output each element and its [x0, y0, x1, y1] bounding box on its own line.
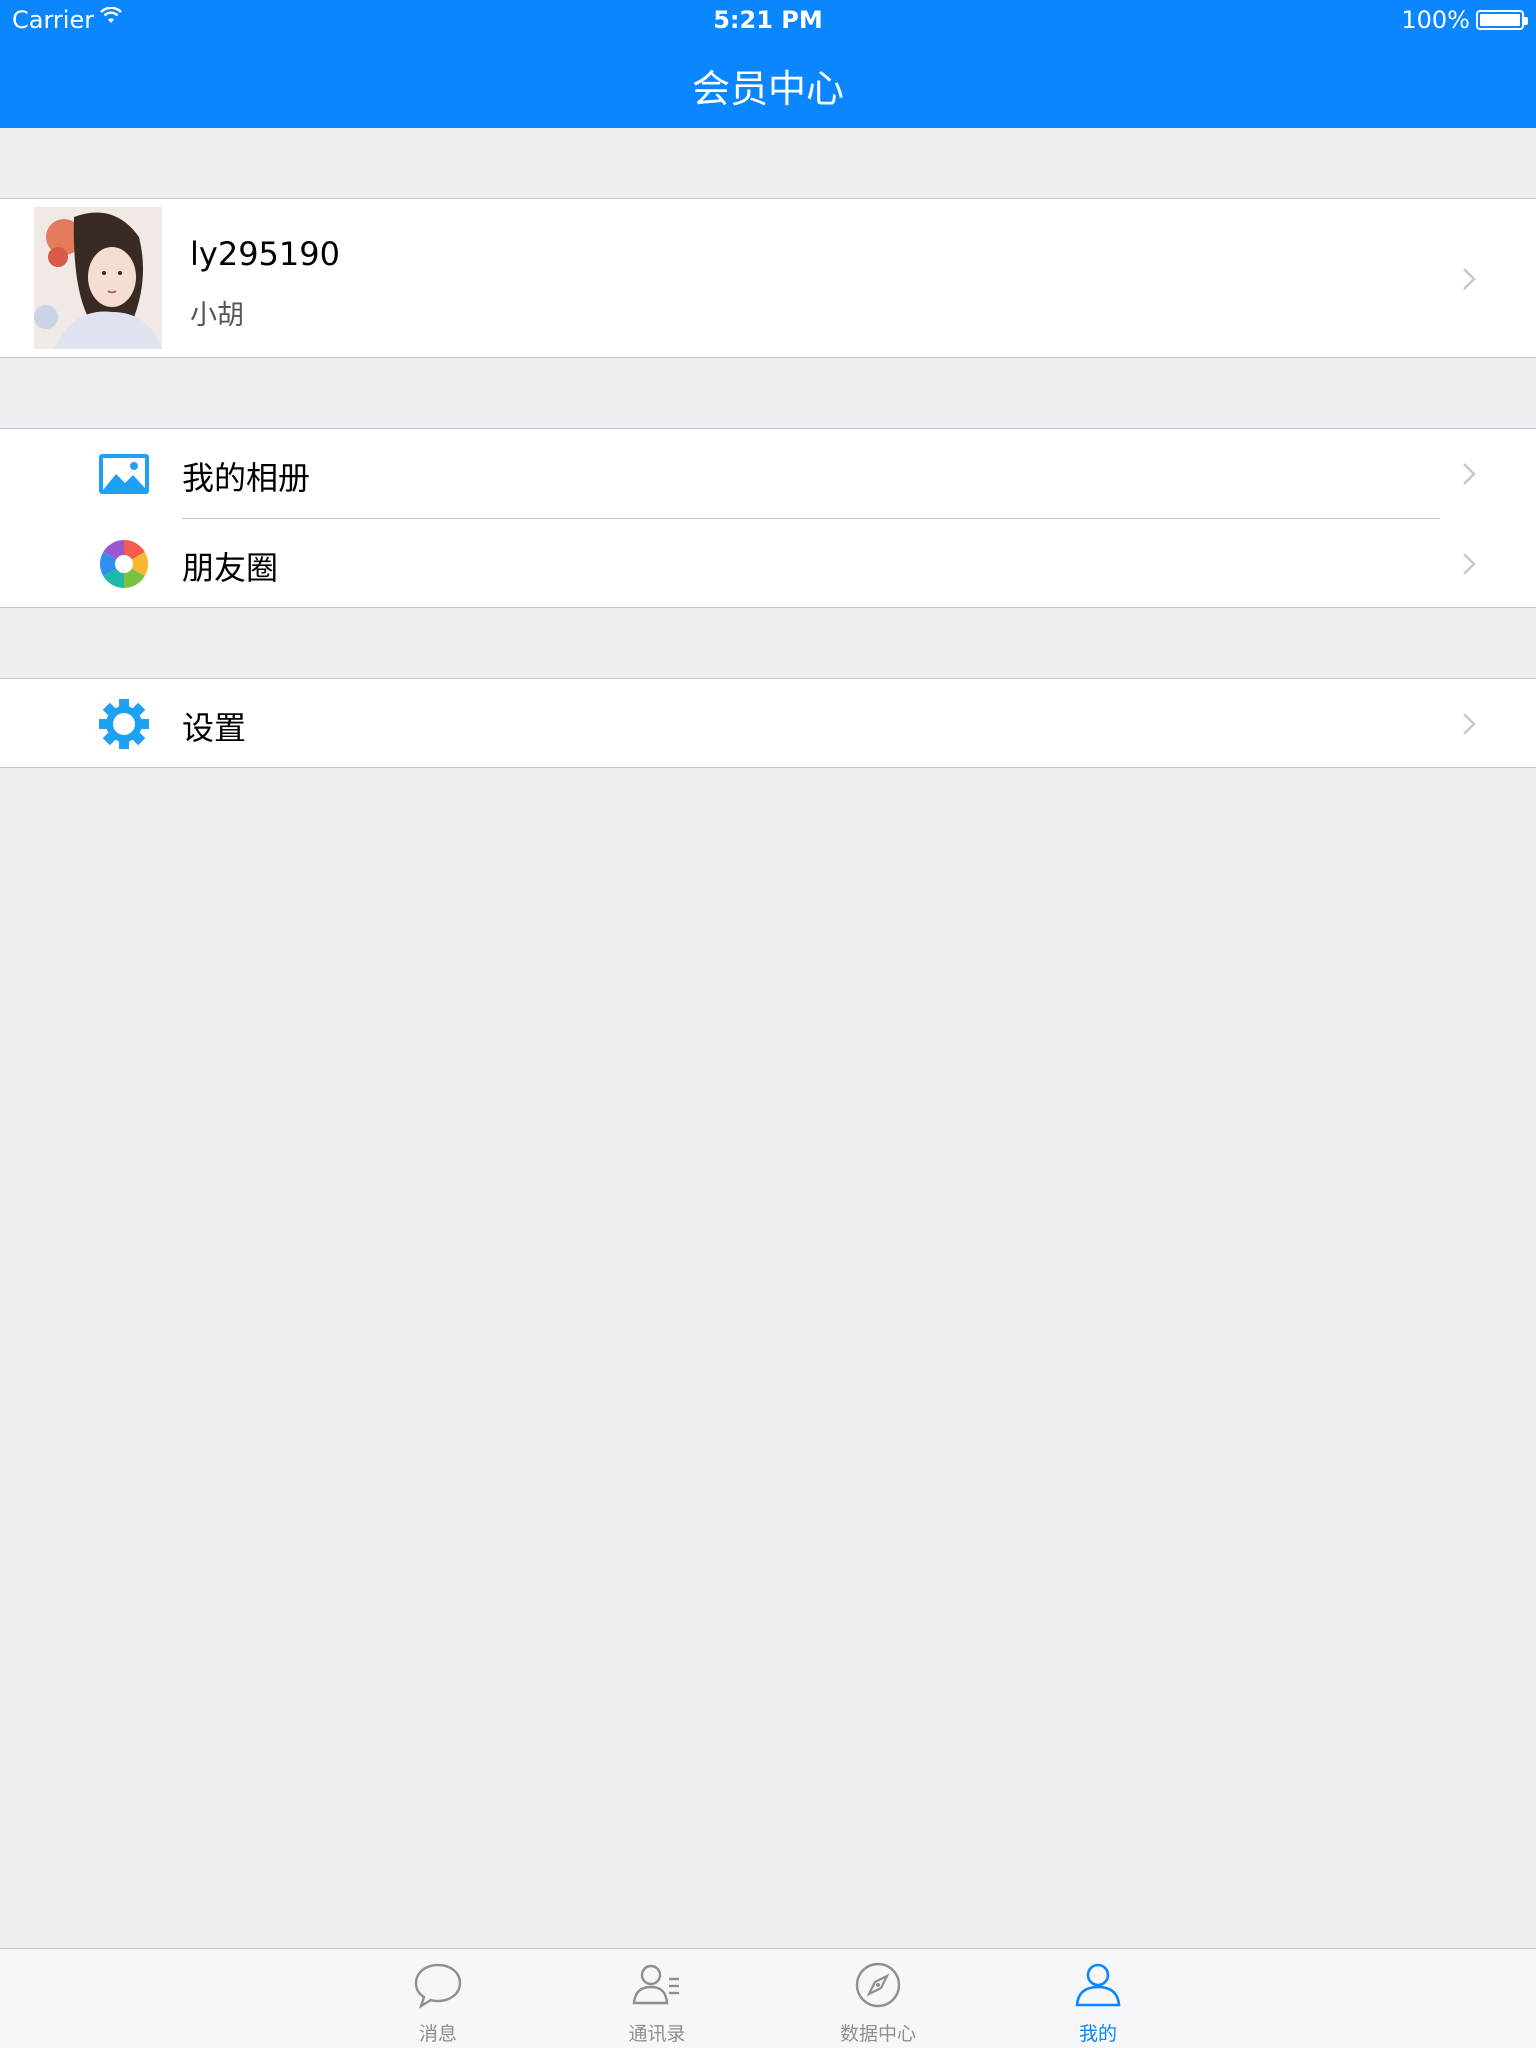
member-center-screen: Carrier 5:21 PM 100% 会员中心 ly295190 小胡 我的… [0, 0, 1536, 2048]
tab-messages[interactable]: 消息 [363, 1949, 513, 2048]
menu-item-moments[interactable]: 朋友圈 [0, 519, 1536, 609]
tab-label: 通讯录 [628, 2023, 686, 2045]
chevron-right-icon [1462, 462, 1476, 486]
tab-data-center[interactable]: 数据中心 [803, 1949, 953, 2048]
compass-icon [852, 1959, 904, 2011]
menu-item-settings[interactable]: 设置 [0, 679, 1536, 769]
tab-me[interactable]: 我的 [1023, 1949, 1173, 2048]
profile-username: ly295190 [190, 235, 340, 273]
menu-item-album[interactable]: 我的相册 [0, 429, 1536, 519]
tab-bar: 消息 通讯录 数据中心 我的 [0, 1948, 1536, 2048]
moments-label: 朋友圈 [182, 549, 279, 587]
page-title: 会员中心 [691, 67, 844, 111]
tab-contacts[interactable]: 通讯录 [582, 1949, 732, 2048]
chat-bubble-icon [412, 1959, 464, 2011]
tab-label: 消息 [418, 2023, 457, 2045]
profile-nickname: 小胡 [190, 300, 244, 331]
settings-group: 设置 [0, 678, 1536, 768]
avatar [34, 207, 162, 349]
person-icon [1072, 1959, 1124, 2011]
tab-label: 数据中心 [839, 2023, 916, 2045]
battery-percentage: 100% [1401, 6, 1470, 34]
navigation-header: Carrier 5:21 PM 100% 会员中心 [0, 0, 1536, 128]
album-label: 我的相册 [182, 459, 311, 497]
media-group: 我的相册 朋友圈 [0, 428, 1536, 608]
chevron-right-icon [1462, 267, 1476, 291]
status-time: 5:21 PM [713, 6, 823, 34]
tab-label: 我的 [1078, 2023, 1117, 2045]
aperture-icon [98, 538, 150, 590]
battery-icon [1476, 10, 1528, 30]
chevron-right-icon [1462, 552, 1476, 576]
photo-icon [98, 448, 150, 500]
chevron-right-icon [1462, 712, 1476, 736]
settings-label: 设置 [182, 709, 247, 747]
gear-icon [98, 698, 150, 750]
profile-cell[interactable]: ly295190 小胡 [0, 198, 1536, 358]
contacts-icon [631, 1959, 683, 2011]
